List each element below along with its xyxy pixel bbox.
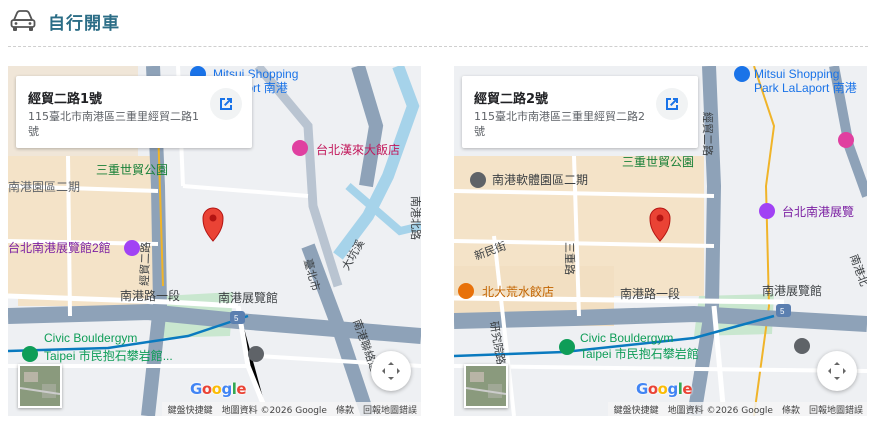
- restaurant-poi-icon[interactable]: [458, 283, 474, 299]
- place-name: 經貿二路1號: [28, 92, 103, 107]
- map-label-station: 南港展覽館: [218, 290, 278, 305]
- hotel-poi-icon[interactable]: [292, 140, 308, 156]
- place-poi-icon[interactable]: [470, 172, 486, 188]
- google-logo: Google: [636, 380, 693, 398]
- place-name: 經貿二路2號: [474, 92, 549, 107]
- satellite-thumbnail-icon: [20, 366, 60, 406]
- map-panel-2[interactable]: Mitsui Shopping Park LaLaport 南港 三重世貿公園 …: [454, 66, 867, 416]
- map-footer: 鍵盤快捷鍵 地圖資料 ©2026 Google 條款 回報地圖錯誤: [607, 402, 867, 416]
- open-external-icon: [220, 98, 232, 110]
- map-data-text: 地圖資料 ©2026 Google: [667, 405, 773, 416]
- map-label-civic2: Taipei 市民抱石攀岩館...: [44, 348, 173, 363]
- fullscreen-icon: [828, 362, 846, 380]
- fullscreen-button[interactable]: [817, 351, 857, 391]
- map-label-sanchong: 三重路: [563, 242, 577, 275]
- map-label-route: 5: [234, 314, 239, 323]
- map-label-nangang-rd: 南港路一段: [120, 288, 180, 303]
- map-label-hotel: 台北漢來大飯店: [316, 142, 400, 157]
- expo-poi-icon[interactable]: [124, 240, 140, 256]
- map-label-nangang-rd: 南港路一段: [620, 286, 680, 301]
- map-label-laport: Park LaLaport 南港: [754, 80, 857, 95]
- map-label-civic: Civic Bouldergym: [44, 331, 137, 345]
- map-label-civic2: Taipei 市民抱石攀岩館: [580, 346, 699, 361]
- place-address: 115臺北市南港區三重里經貿二路2號: [474, 110, 645, 138]
- map-label-phase2: 南港園區二期: [8, 179, 80, 194]
- report-error-link[interactable]: 回報地圖錯誤: [809, 403, 863, 416]
- map-footer: 鍵盤快捷鍵 地圖資料 ©2026 Google 條款 回報地圖錯誤: [161, 402, 421, 416]
- terms-link[interactable]: 條款: [782, 403, 800, 416]
- school-poi-icon[interactable]: [794, 338, 810, 354]
- open-in-maps-button[interactable]: [210, 88, 242, 120]
- expo-poi-icon[interactable]: [759, 203, 775, 219]
- satellite-toggle-button[interactable]: [464, 364, 508, 408]
- map-label-park: 三重世貿公園: [96, 163, 168, 177]
- fullscreen-button[interactable]: [371, 351, 411, 391]
- place-address: 115臺北市南港區三重里經貿二路1號: [28, 110, 199, 138]
- keyboard-shortcuts-link[interactable]: 鍵盤快捷鍵: [614, 403, 659, 416]
- place-info-card: 經貿二路1號 115臺北市南港區三重里經貿二路1號: [16, 76, 252, 148]
- section-divider: [8, 46, 868, 47]
- terms-link[interactable]: 條款: [336, 403, 354, 416]
- map-label-mitsui: Mitsui Shopping: [754, 67, 839, 81]
- open-external-icon: [666, 98, 678, 110]
- google-logo: Google: [190, 380, 247, 398]
- map-label-expo: 台北南港展覽: [782, 204, 854, 219]
- report-error-link[interactable]: 回報地圖錯誤: [363, 403, 417, 416]
- place-info-card: 經貿二路2號 115臺北市南港區三重里經貿二路2號: [462, 76, 698, 148]
- map-panel-1[interactable]: Mitsui Shopping LaLaport 南港 台北漢來大飯店 三重世貿…: [8, 66, 421, 416]
- station-poi-icon[interactable]: [559, 339, 575, 355]
- map-label-civic: Civic Bouldergym: [580, 331, 673, 345]
- station-poi-icon[interactable]: [22, 346, 38, 362]
- keyboard-shortcuts-link[interactable]: 鍵盤快捷鍵: [168, 403, 213, 416]
- fullscreen-icon: [382, 362, 400, 380]
- car-icon: [10, 10, 36, 31]
- school-poi-icon[interactable]: [248, 346, 264, 362]
- section-title: 自行開車: [48, 13, 120, 34]
- shopping-poi-icon[interactable]: [734, 66, 750, 82]
- map-label-park: 三重世貿公園: [622, 155, 694, 169]
- open-in-maps-button[interactable]: [656, 88, 688, 120]
- map-label-expo-hall: 台北南港展覽館2館: [8, 240, 111, 255]
- map-label-station: 南港展覽館: [762, 283, 822, 298]
- map-label-dumpling: 北大荒水餃店: [482, 284, 554, 299]
- section-header: 自行開車: [10, 6, 120, 36]
- satellite-thumbnail-icon: [466, 366, 506, 406]
- map-label-route: 5: [780, 307, 785, 316]
- hotel-poi-icon[interactable]: [838, 132, 854, 148]
- map-label-software: 南港軟體園區二期: [492, 172, 588, 187]
- satellite-toggle-button[interactable]: [18, 364, 62, 408]
- map-data-text: 地圖資料 ©2026 Google: [221, 405, 327, 416]
- map-label-road-north: 南港北路: [409, 196, 421, 240]
- map-label-jingmao: 經貿二路: [137, 242, 153, 286]
- map-label-jingmao: 經貿二路: [701, 112, 715, 156]
